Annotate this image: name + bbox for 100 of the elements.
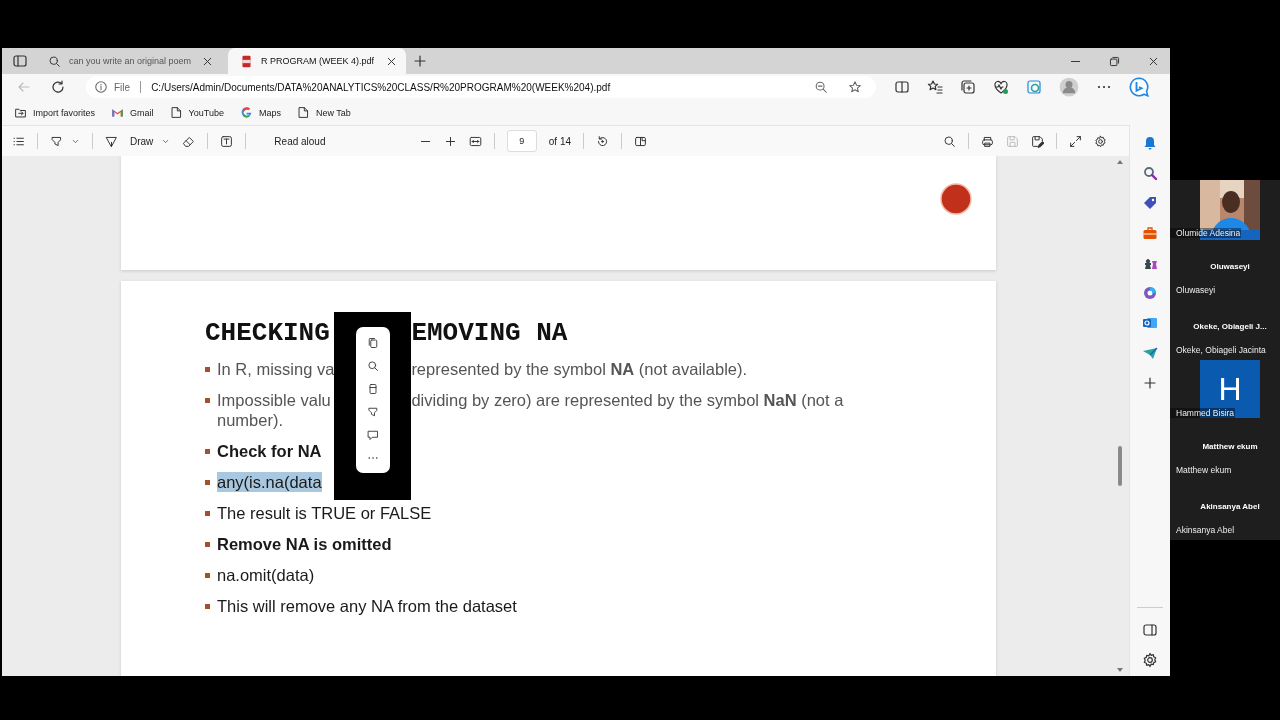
participant-name: Akinsanya Abel <box>1176 525 1235 535</box>
page-number-field[interactable]: 9 <box>506 130 537 152</box>
bookmark-label: Gmail <box>130 107 154 118</box>
bookmark[interactable]: Maps <box>239 106 281 119</box>
bookmark-label: YouTube <box>188 107 224 118</box>
bullet-icon <box>205 449 210 454</box>
bullet-text: The result is TRUE or FALSE <box>217 503 432 523</box>
participant-caption: Oluwaseyi <box>1210 262 1250 271</box>
search-icon[interactable] <box>366 359 379 372</box>
slide-title: EMOVING NA <box>411 318 569 348</box>
bullet-icon <box>205 367 210 372</box>
print-icon[interactable] <box>981 134 995 148</box>
save-as-icon[interactable] <box>1031 134 1045 148</box>
search-icon <box>48 54 61 68</box>
highlighter-icon[interactable] <box>366 405 379 418</box>
draw-label[interactable]: Draw <box>130 135 154 147</box>
comment-icon[interactable] <box>366 428 379 441</box>
participant-caption: Okeke, Obiageli J... <box>1193 322 1267 331</box>
paper-plane-icon[interactable] <box>1142 345 1158 361</box>
bookmark[interactable]: Gmail <box>111 106 154 119</box>
bookmark[interactable]: New Tab <box>296 106 351 119</box>
participant-name: Hammed Bisira <box>1170 408 1236 418</box>
google-icon <box>239 106 253 119</box>
bell-icon[interactable] <box>1142 135 1158 151</box>
favorites-icon[interactable] <box>927 79 943 95</box>
two-page-icon[interactable] <box>634 134 648 148</box>
bullet-text: any(is.na(data <box>217 472 322 492</box>
bullet-text: Impossible valu <box>217 390 331 410</box>
scheme-label: File <box>114 81 131 93</box>
tag-icon[interactable] <box>1142 195 1158 211</box>
fit-width-icon[interactable] <box>468 134 482 148</box>
url-text: C:/Users/Admin/Documents/DATA%20ANALYTICS%20CLASS/R%20PROGRAM%20(WEEK%204).pdf <box>151 81 611 93</box>
zoom-in-icon[interactable] <box>443 134 457 148</box>
bullet-icon <box>205 480 210 485</box>
bullet-text: na.omit(data) <box>217 565 315 585</box>
page-icon <box>296 106 310 119</box>
pen-icon[interactable] <box>105 134 118 148</box>
info-icon[interactable] <box>94 80 108 94</box>
swirl-icon[interactable] <box>1142 285 1158 301</box>
bookmark-label: Import favorites <box>33 107 96 118</box>
mail-app-icon[interactable] <box>1142 315 1158 331</box>
tab-actions-icon[interactable] <box>12 53 28 69</box>
highlighter-icon[interactable] <box>50 134 63 148</box>
avatar-initial: H <box>1218 370 1242 408</box>
tab-title: R PROGRAM (WEEK 4).pdf <box>261 56 376 66</box>
star-icon[interactable] <box>848 80 862 94</box>
bullet-icon <box>205 542 210 547</box>
expand-icon[interactable] <box>1069 134 1083 148</box>
bookmark-label: Maps <box>258 107 281 118</box>
slide-title: CHECKING <box>205 318 331 348</box>
mail-icon <box>111 106 125 119</box>
pdf-icon <box>240 54 253 68</box>
participant-name: Oluwaseyi <box>1176 285 1216 295</box>
bullet-text: dividing by zero) are represented by the symbol NaN (not a <box>411 390 845 410</box>
collections-icon[interactable] <box>960 79 976 95</box>
bookmark[interactable]: Import favorites <box>14 106 96 119</box>
split-screen-icon[interactable] <box>894 79 910 95</box>
bullet-icon <box>205 511 210 516</box>
settings-icon[interactable] <box>1142 652 1158 668</box>
page-icon[interactable] <box>366 382 379 395</box>
settings-icon[interactable] <box>1094 134 1108 148</box>
page-icon <box>169 106 183 119</box>
text-box-icon[interactable] <box>220 134 234 148</box>
add-icon[interactable] <box>1142 375 1158 391</box>
bullet-text: Check for NA <box>217 441 322 461</box>
search-icon[interactable] <box>943 134 957 148</box>
bookmark[interactable]: YouTube <box>169 106 224 119</box>
address-bar[interactable]: File C:/Users/Admin/Documents/DATA%20ANALYTICS%20CLASS/R%20PROGRAM%20(WEEK%204).pdf <box>86 76 876 98</box>
zoom-out-icon[interactable] <box>814 80 828 94</box>
bullet-icon <box>205 398 210 403</box>
participant-name: Matthew ekum <box>1176 465 1232 475</box>
bullet-text: This will remove any NA from the dataset <box>217 596 517 616</box>
chat-icon[interactable] <box>1129 77 1149 97</box>
import-icon <box>14 106 27 119</box>
read-aloud-button[interactable]: Read aloud <box>274 135 326 147</box>
browser-tab[interactable]: can you write an original poem <box>36 48 222 74</box>
bullet-icon <box>205 573 210 578</box>
browser-tab[interactable]: R PROGRAM (WEEK 4).pdf <box>228 48 406 74</box>
search-icon[interactable] <box>1142 165 1158 181</box>
participant-name: Olumide Adesina <box>1170 228 1242 238</box>
page-count: of 14 <box>548 135 572 147</box>
restore-icon[interactable] <box>1108 54 1121 68</box>
rotate-icon[interactable] <box>596 134 610 148</box>
eraser-icon[interactable] <box>182 134 196 148</box>
copy-icon[interactable] <box>366 336 379 349</box>
briefcase-icon[interactable] <box>1142 225 1158 241</box>
avatar-icon[interactable] <box>1059 77 1079 97</box>
participant-name: Okeke, Obiageli Jacinta <box>1176 345 1266 355</box>
heart-icon[interactable] <box>993 79 1009 95</box>
bullet-text: Remove NA is omitted <box>217 534 392 554</box>
bullet-text: In R, missing va <box>217 359 335 379</box>
tab-title: can you write an original poem <box>69 56 193 66</box>
bullet-icon <box>205 604 210 609</box>
participant-caption: Matthew ekum <box>1202 442 1258 451</box>
side-panel-icon[interactable] <box>1142 622 1158 638</box>
record-dot-icon <box>940 183 972 215</box>
refresh-icon[interactable] <box>50 79 66 95</box>
participant-caption: Akinsanya Abel <box>1200 502 1260 511</box>
new-tab-icon[interactable] <box>412 53 428 69</box>
bullet-text: represented by the symbol NA (not available). <box>411 359 749 379</box>
